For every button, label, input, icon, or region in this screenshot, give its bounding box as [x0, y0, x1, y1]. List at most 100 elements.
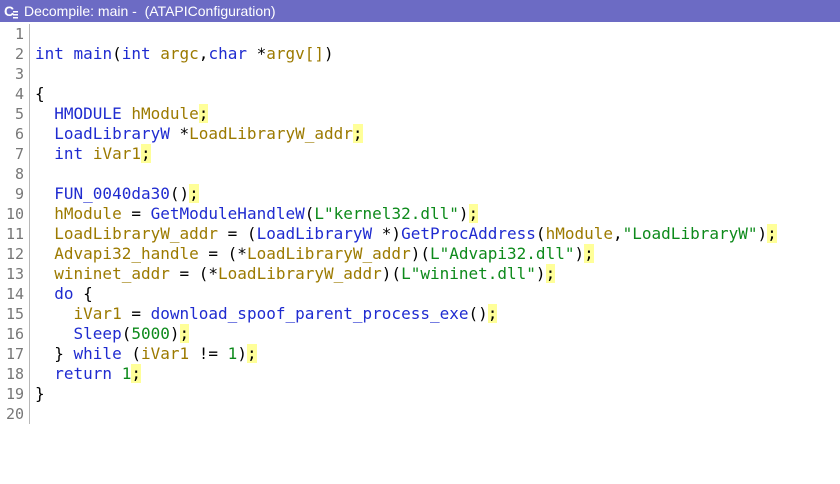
- variable-token[interactable]: Advapi32_handle: [54, 244, 199, 263]
- variable-token[interactable]: wininet_addr: [54, 264, 170, 283]
- function-token[interactable]: Sleep: [74, 324, 122, 343]
- semicolon-token: ;: [767, 224, 777, 243]
- punct-token: (: [304, 204, 315, 223]
- window-titlebar[interactable]: C Decompile: main - (ATAPIConfiguration): [0, 0, 840, 22]
- variable-token[interactable]: hModule: [131, 104, 198, 123]
- code-text: } while (iVar1 != 1);: [35, 344, 257, 364]
- line-number: 6: [14, 125, 24, 143]
- code-text: {: [35, 84, 45, 104]
- code-text: }: [35, 384, 45, 404]
- punct-token: ): [237, 344, 247, 363]
- line-number: 7: [14, 145, 24, 163]
- line-number: 3: [14, 65, 24, 83]
- brace-token: }: [35, 384, 45, 403]
- type-token[interactable]: LoadLibraryW: [257, 224, 373, 243]
- string-token: L"wininet.dll": [401, 264, 536, 283]
- line-number: 20: [5, 405, 24, 423]
- code-line[interactable]: 17 } while (iVar1 != 1);: [0, 344, 840, 364]
- punct-token: = (*: [169, 264, 219, 283]
- code-line[interactable]: 3: [0, 64, 840, 84]
- number-token: 5000: [131, 324, 170, 343]
- semicolon-token: ;: [179, 324, 190, 343]
- punct-token: (: [535, 224, 546, 243]
- code-line[interactable]: 4 {: [0, 84, 840, 104]
- punct-token: ): [574, 244, 585, 263]
- code-editor[interactable]: 1 2 int main(int argc,char *argv[]) 3 4 …: [0, 24, 840, 424]
- code-text: do {: [35, 284, 93, 304]
- punct-token: ): [169, 324, 180, 343]
- string-token: L"Advapi32.dll": [429, 244, 575, 263]
- variable-token[interactable]: argv: [266, 44, 305, 63]
- punct-token: (): [169, 184, 190, 203]
- variable-token[interactable]: iVar1: [74, 304, 122, 323]
- function-token[interactable]: main: [74, 44, 113, 63]
- code-line[interactable]: 6 LoadLibraryW *LoadLibraryW_addr;: [0, 124, 840, 144]
- number-token: 1: [227, 344, 238, 363]
- line-number: 11: [5, 225, 24, 243]
- line-number: 18: [5, 365, 24, 383]
- variable-token[interactable]: argc: [160, 44, 199, 63]
- code-line[interactable]: 14 do {: [0, 284, 840, 304]
- variable-token[interactable]: iVar1: [93, 144, 141, 163]
- string-token: L"kernel32.dll": [314, 204, 459, 223]
- code-line[interactable]: 15 iVar1 = download_spoof_parent_process…: [0, 304, 840, 324]
- code-line[interactable]: 8: [0, 164, 840, 184]
- brace-token: }: [54, 344, 74, 363]
- variable-token[interactable]: LoadLibraryW_addr: [218, 264, 382, 283]
- window-title: Decompile: main - (ATAPIConfiguration): [24, 3, 276, 19]
- function-token[interactable]: FUN_0040da30: [54, 184, 170, 203]
- semicolon-token: ;: [487, 304, 498, 323]
- variable-token[interactable]: LoadLibraryW_addr: [247, 244, 411, 263]
- punct-token: (): [468, 304, 488, 323]
- punct-token: *): [372, 224, 402, 243]
- variable-token[interactable]: iVar1: [141, 344, 189, 363]
- function-token[interactable]: GetModuleHandleW: [151, 204, 305, 223]
- svg-text:C: C: [4, 3, 14, 19]
- type-token: char: [208, 44, 247, 63]
- brace-token: {: [35, 84, 45, 103]
- punct-token: =: [121, 304, 151, 323]
- variable-token[interactable]: hModule: [546, 224, 613, 243]
- punct-token: = (: [218, 224, 257, 243]
- line-number: 4: [14, 85, 24, 103]
- code-line[interactable]: 16 Sleep(5000);: [0, 324, 840, 344]
- code-text: iVar1 = download_spoof_parent_process_ex…: [35, 304, 498, 324]
- decompiler-window: C Decompile: main - (ATAPIConfiguration)…: [0, 0, 840, 442]
- semicolon-token: ;: [545, 264, 556, 283]
- code-line[interactable]: 2 int main(int argc,char *argv[]): [0, 44, 840, 64]
- code-text: FUN_0040da30();: [35, 184, 199, 204]
- code-line[interactable]: 7 int iVar1;: [0, 144, 840, 164]
- code-line[interactable]: 12 Advapi32_handle = (*LoadLibraryW_addr…: [0, 244, 840, 264]
- variable-token[interactable]: LoadLibraryW_addr: [54, 224, 218, 243]
- semicolon-token: ;: [131, 364, 141, 383]
- code-line[interactable]: 18 return 1;: [0, 364, 840, 384]
- variable-token[interactable]: LoadLibraryW_addr: [189, 124, 353, 143]
- line-number: 5: [14, 105, 24, 123]
- code-line[interactable]: 5 HMODULE hModule;: [0, 104, 840, 124]
- line-number: 17: [5, 345, 24, 363]
- semicolon-token: ;: [198, 104, 209, 123]
- punct-token: (: [121, 324, 132, 343]
- line-number: 8: [14, 165, 24, 183]
- line-number: 9: [14, 185, 24, 203]
- function-token[interactable]: download_spoof_parent_process_exe: [151, 304, 469, 323]
- code-line[interactable]: 19 }: [0, 384, 840, 404]
- line-number: 15: [5, 305, 24, 323]
- code-line[interactable]: 9 FUN_0040da30();: [0, 184, 840, 204]
- variable-token[interactable]: hModule: [54, 204, 121, 223]
- semicolon-token: ;: [246, 344, 257, 363]
- number-token: 1: [121, 364, 132, 383]
- code-line[interactable]: 10 hModule = GetModuleHandleW(L"kernel32…: [0, 204, 840, 224]
- code-line[interactable]: 20: [0, 404, 840, 424]
- code-line[interactable]: 13 wininet_addr = (*LoadLibraryW_addr)(L…: [0, 264, 840, 284]
- type-token[interactable]: LoadLibraryW: [54, 124, 170, 143]
- function-token[interactable]: GetProcAddress: [401, 224, 536, 243]
- semicolon-token: ;: [140, 144, 151, 163]
- code-text: hModule = GetModuleHandleW(L"kernel32.dl…: [35, 204, 479, 224]
- semicolon-token: ;: [468, 204, 479, 223]
- type-token[interactable]: HMODULE: [54, 104, 121, 123]
- code-line[interactable]: 11 LoadLibraryW_addr = (LoadLibraryW *)G…: [0, 224, 840, 244]
- code-line[interactable]: 1: [0, 24, 840, 44]
